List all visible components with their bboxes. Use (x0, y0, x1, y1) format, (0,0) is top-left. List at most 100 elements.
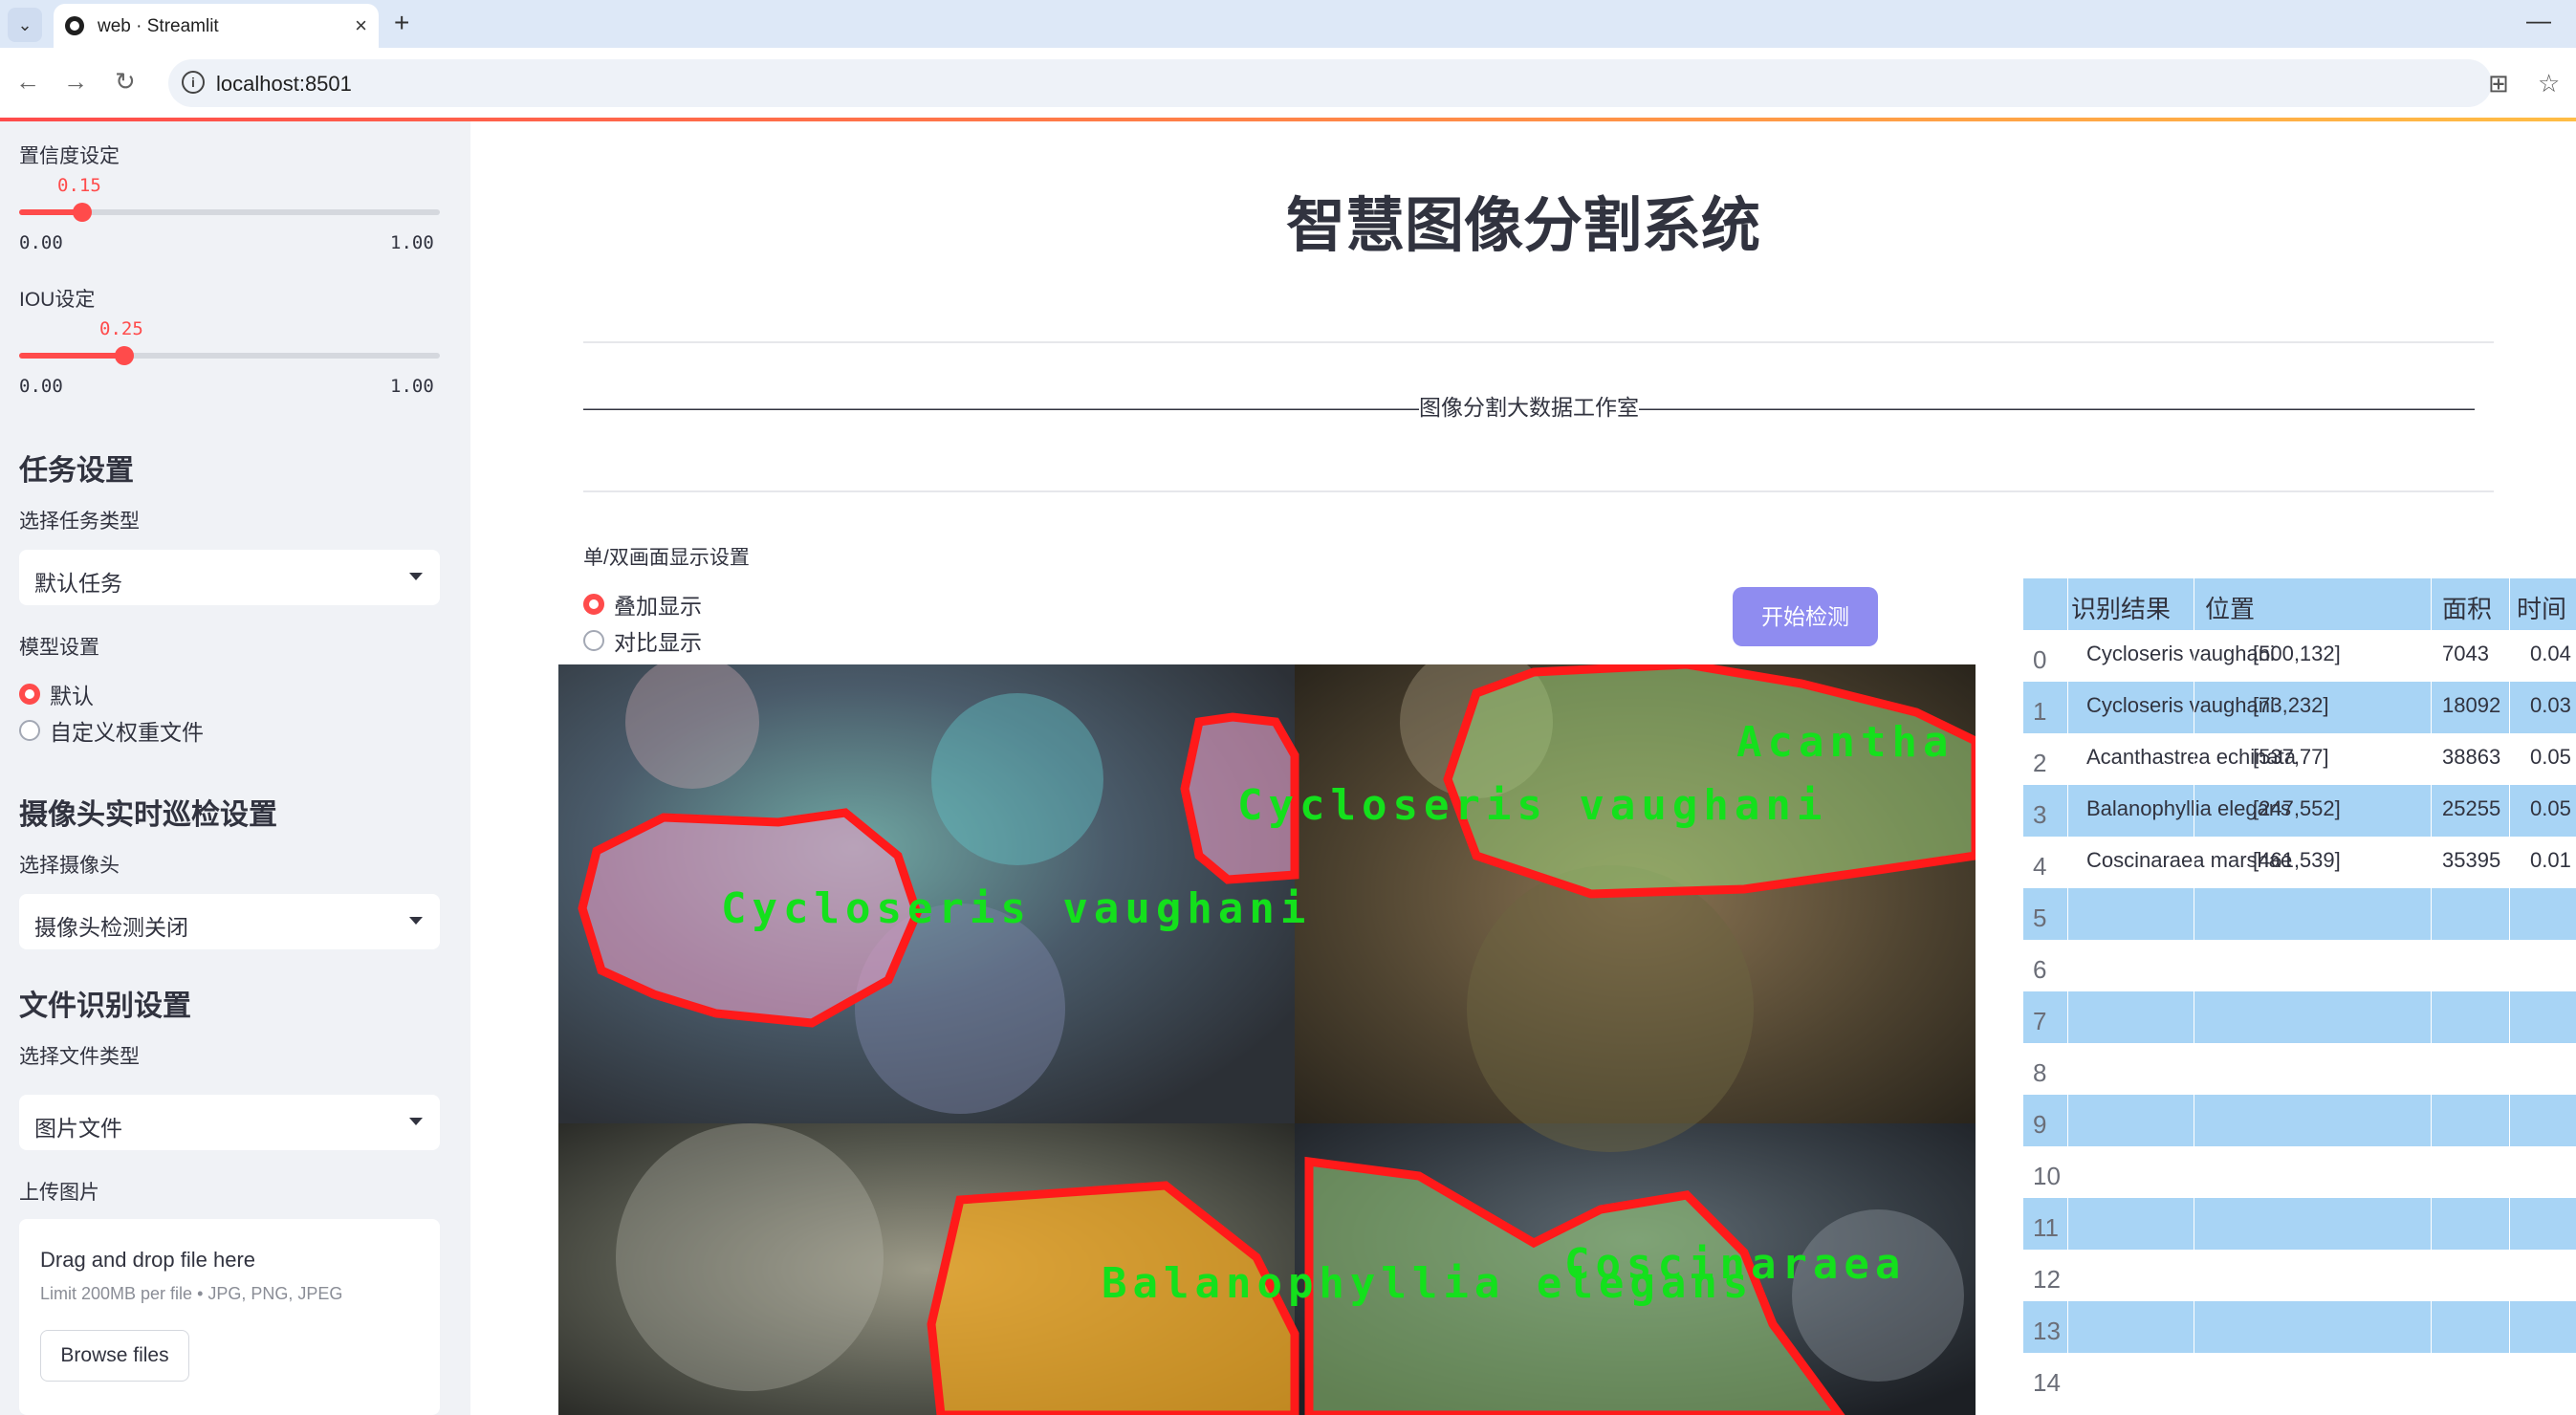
radio-selected-icon[interactable] (19, 684, 40, 705)
radio-unselected-icon[interactable] (19, 720, 40, 741)
upload-label: 上传图片 (19, 1182, 99, 1204)
confidence-max: 1.00 (390, 232, 434, 253)
minimize-icon[interactable]: — (2526, 6, 2551, 35)
column-header[interactable]: 识别结果 (2071, 590, 2171, 625)
camera-select-label: 选择摄像头 (19, 855, 120, 877)
forward-arrow-icon[interactable]: → (63, 67, 88, 97)
iou-slider-fill (19, 353, 124, 359)
bookmark-star-icon[interactable]: ☆ (2538, 69, 2560, 98)
table-row[interactable]: 3 Balanophyllia elegans [247,552] 25255 … (2023, 785, 2576, 837)
camera-select[interactable]: 摄像头检测关闭 (19, 894, 440, 949)
dropzone-limit: Limit 200MB per file • JPG, PNG, JPEG (40, 1284, 343, 1303)
cell-position: [537,77] (2253, 745, 2329, 769)
table-row-empty[interactable]: 12 (2023, 1250, 2576, 1301)
site-info-icon[interactable]: i (182, 71, 205, 94)
sidebar: 置信度设定 0.15 0.00 1.00 IOU设定 0.25 0.00 1.0… (0, 121, 470, 1415)
row-index: 8 (2033, 1058, 2047, 1087)
row-index: 10 (2033, 1162, 2061, 1190)
reload-icon[interactable]: ↻ (115, 67, 136, 97)
browser-tab[interactable]: web · Streamlit × (54, 4, 379, 48)
radio-selected-icon[interactable] (583, 594, 604, 615)
table-row-empty[interactable]: 6 (2023, 940, 2576, 991)
table-header: 识别结果 位置 面积 时间 (2023, 578, 2576, 630)
mask-label: Acantha (1736, 718, 1954, 767)
table-row-empty[interactable]: 7 (2023, 991, 2576, 1043)
display-option-label: 叠加显示 (614, 594, 702, 619)
confidence-slider-thumb[interactable] (73, 203, 92, 222)
table-row[interactable]: 0 Cycloseris vaughani [500,132] 7043 0.0… (2023, 630, 2576, 682)
column-divider (2067, 578, 2068, 1415)
dropzone-title: Drag and drop file here (40, 1248, 256, 1272)
table-row-empty[interactable]: 11 (2023, 1198, 2576, 1250)
back-arrow-icon[interactable]: ← (15, 67, 40, 97)
model-radio-custom[interactable]: 自定义权重文件 (19, 714, 204, 747)
row-index: 4 (2033, 852, 2047, 881)
row-index: 2 (2033, 749, 2047, 777)
new-tab-plus-icon[interactable]: + (394, 8, 409, 38)
file-type-select[interactable]: 图片文件 (19, 1095, 440, 1150)
display-radio-overlay[interactable]: 叠加显示 (583, 588, 702, 620)
table-row-empty[interactable]: 13 (2023, 1301, 2576, 1353)
row-index: 5 (2033, 903, 2047, 932)
table-row-empty[interactable]: 5 (2023, 888, 2576, 940)
tab-search-chevron-icon[interactable]: ⌄ (8, 8, 42, 42)
column-header[interactable]: 时间 (2517, 590, 2566, 625)
iou-slider[interactable] (19, 346, 440, 365)
display-option-label: 对比显示 (614, 630, 702, 655)
mask-label: Cycloseris vaughani (1237, 781, 1828, 830)
file-settings-heading: 文件识别设置 (19, 990, 191, 1022)
column-divider (2509, 578, 2510, 1415)
confidence-value: 0.15 (57, 175, 101, 196)
row-index: 12 (2033, 1265, 2061, 1294)
detection-result-image: Cycloseris vaughani Cycloseris vaughani … (558, 664, 1976, 1415)
column-header[interactable]: 位置 (2205, 590, 2255, 625)
browse-files-button[interactable]: Browse files (40, 1330, 189, 1382)
chevron-down-icon (409, 1118, 423, 1125)
cell-time: 0.05 (2530, 796, 2571, 820)
confidence-slider[interactable] (19, 203, 440, 222)
iou-label: IOU设定 (19, 289, 96, 311)
row-index: 11 (2033, 1213, 2059, 1242)
row-index: 7 (2033, 1007, 2047, 1035)
model-settings-label: 模型设置 (19, 637, 99, 659)
row-index: 0 (2033, 645, 2047, 674)
table-row-empty[interactable]: 10 (2023, 1146, 2576, 1198)
cell-position: [73,232] (2253, 693, 2329, 717)
table-row-empty[interactable]: 9 (2023, 1095, 2576, 1146)
translate-icon[interactable]: ⊞ (2488, 69, 2509, 98)
model-option-label: 自定义权重文件 (50, 720, 204, 745)
address-toolbar: ← → ↻ i localhost:8501 ⊞ ☆ (0, 48, 2576, 119)
results-table[interactable]: 识别结果 位置 面积 时间 0 Cycloseris vaughani [500… (2023, 578, 2576, 1415)
table-row[interactable]: 1 Cycloseris vaughani [73,232] 18092 0.0… (2023, 682, 2576, 733)
url-field[interactable]: i localhost:8501 (168, 59, 2492, 107)
table-row[interactable]: 4 Coscinaraea marshae [461,539] 35395 0.… (2023, 837, 2576, 888)
row-index: 13 (2033, 1317, 2061, 1345)
start-detection-button[interactable]: 开始检测 (1733, 587, 1878, 646)
divider (583, 341, 2494, 343)
iou-min: 0.00 (19, 376, 63, 397)
cell-time: 0.03 (2530, 693, 2571, 717)
column-header[interactable]: 面积 (2442, 590, 2492, 625)
iou-max: 1.00 (390, 376, 434, 397)
camera-select-value: 摄像头检测关闭 (34, 915, 188, 940)
iou-slider-thumb[interactable] (115, 346, 134, 365)
table-row-empty[interactable]: 14 (2023, 1353, 2576, 1404)
file-type-value: 图片文件 (34, 1116, 122, 1141)
chevron-down-icon (409, 573, 423, 580)
display-mode-label: 单/双画面显示设置 (583, 547, 750, 569)
display-radio-compare[interactable]: 对比显示 (583, 624, 702, 657)
model-radio-default[interactable]: 默认 (19, 678, 94, 710)
url-text[interactable]: localhost:8501 (216, 72, 352, 97)
table-row-empty[interactable]: 8 (2023, 1043, 2576, 1095)
close-icon[interactable]: × (355, 13, 367, 38)
task-type-select[interactable]: 默认任务 (19, 550, 440, 605)
row-index: 14 (2033, 1368, 2061, 1397)
table-row[interactable]: 2 Acanthastrea echinata [537,77] 38863 0… (2023, 733, 2576, 785)
tab-title: web · Streamlit (98, 16, 219, 36)
file-type-label: 选择文件类型 (19, 1046, 140, 1068)
file-dropzone[interactable]: Drag and drop file here Limit 200MB per … (19, 1219, 440, 1415)
radio-unselected-icon[interactable] (583, 630, 604, 651)
streamlit-favicon-icon (65, 16, 84, 35)
confidence-label: 置信度设定 (19, 145, 120, 167)
studio-banner: ——————————————————————————————————————图像… (583, 395, 2475, 420)
